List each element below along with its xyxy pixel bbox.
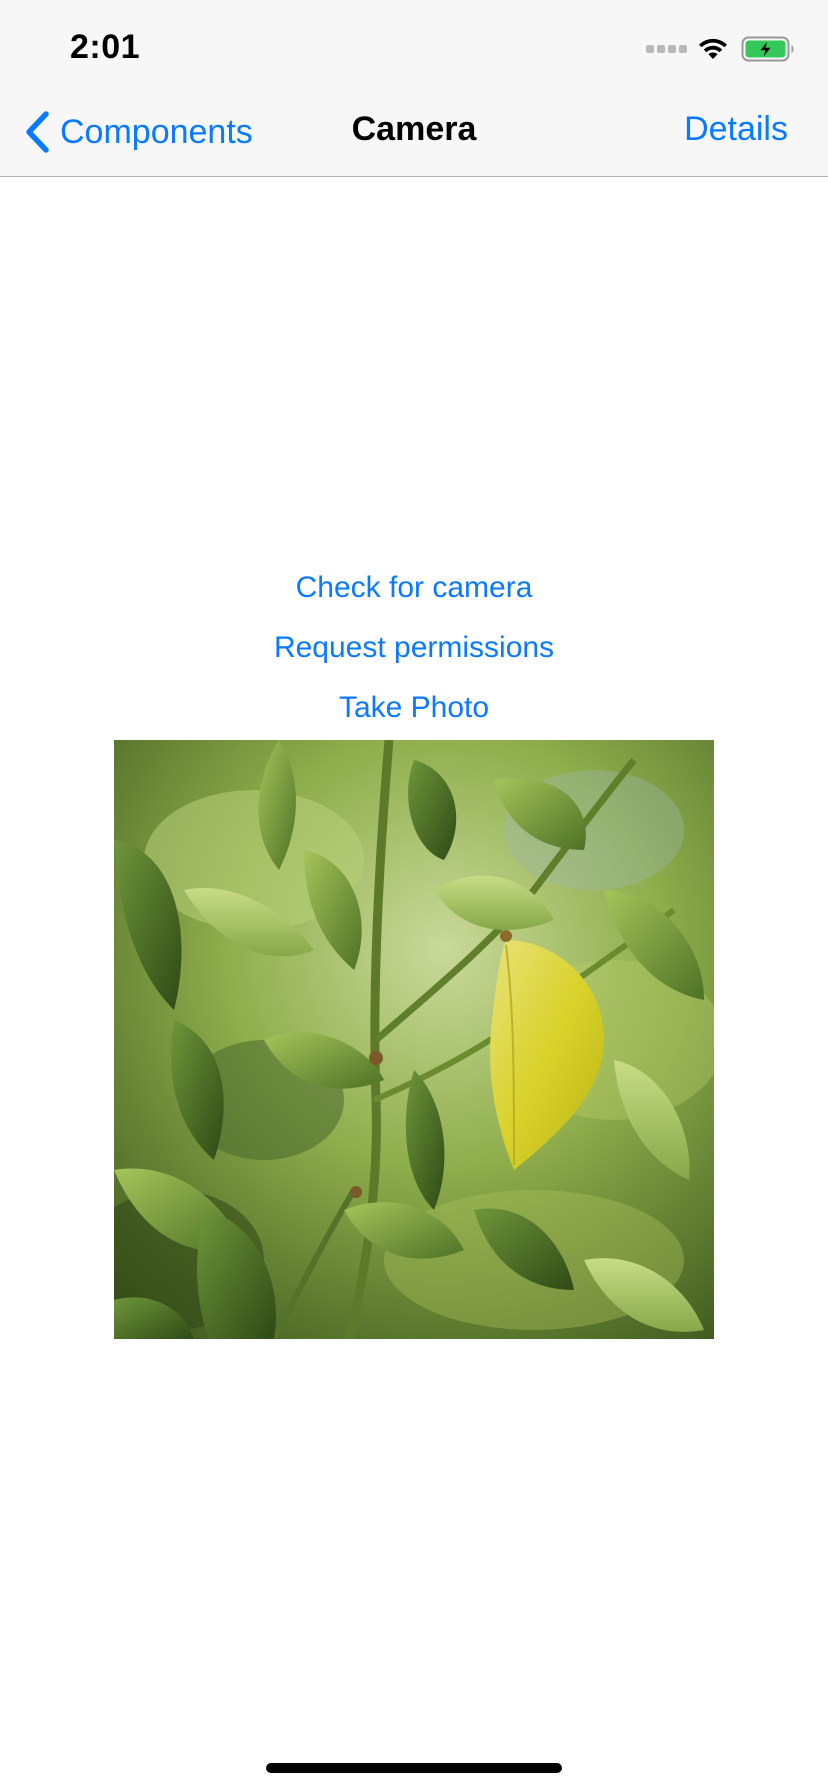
details-button[interactable]: Details [684,110,788,149]
back-button-label: Components [60,112,253,151]
status-icons [646,36,795,62]
status-time: 2:01 [70,28,141,66]
photo-image [114,740,714,1339]
navigation-bar: 2:01 Components Camera Details [0,0,828,177]
back-button[interactable]: Components [24,108,253,156]
take-photo-button[interactable]: Take Photo [0,691,828,725]
camera-screen: 2:01 Components Camera Details Check for… [0,0,828,1792]
captured-photo [114,740,714,1339]
chevron-left-icon [26,111,49,153]
home-indicator [266,1763,562,1773]
cellular-signal-icon [646,45,687,53]
battery-charging-icon [741,36,794,62]
request-permissions-button[interactable]: Request permissions [0,631,828,665]
wifi-icon [699,38,727,59]
check-camera-button[interactable]: Check for camera [0,571,828,605]
